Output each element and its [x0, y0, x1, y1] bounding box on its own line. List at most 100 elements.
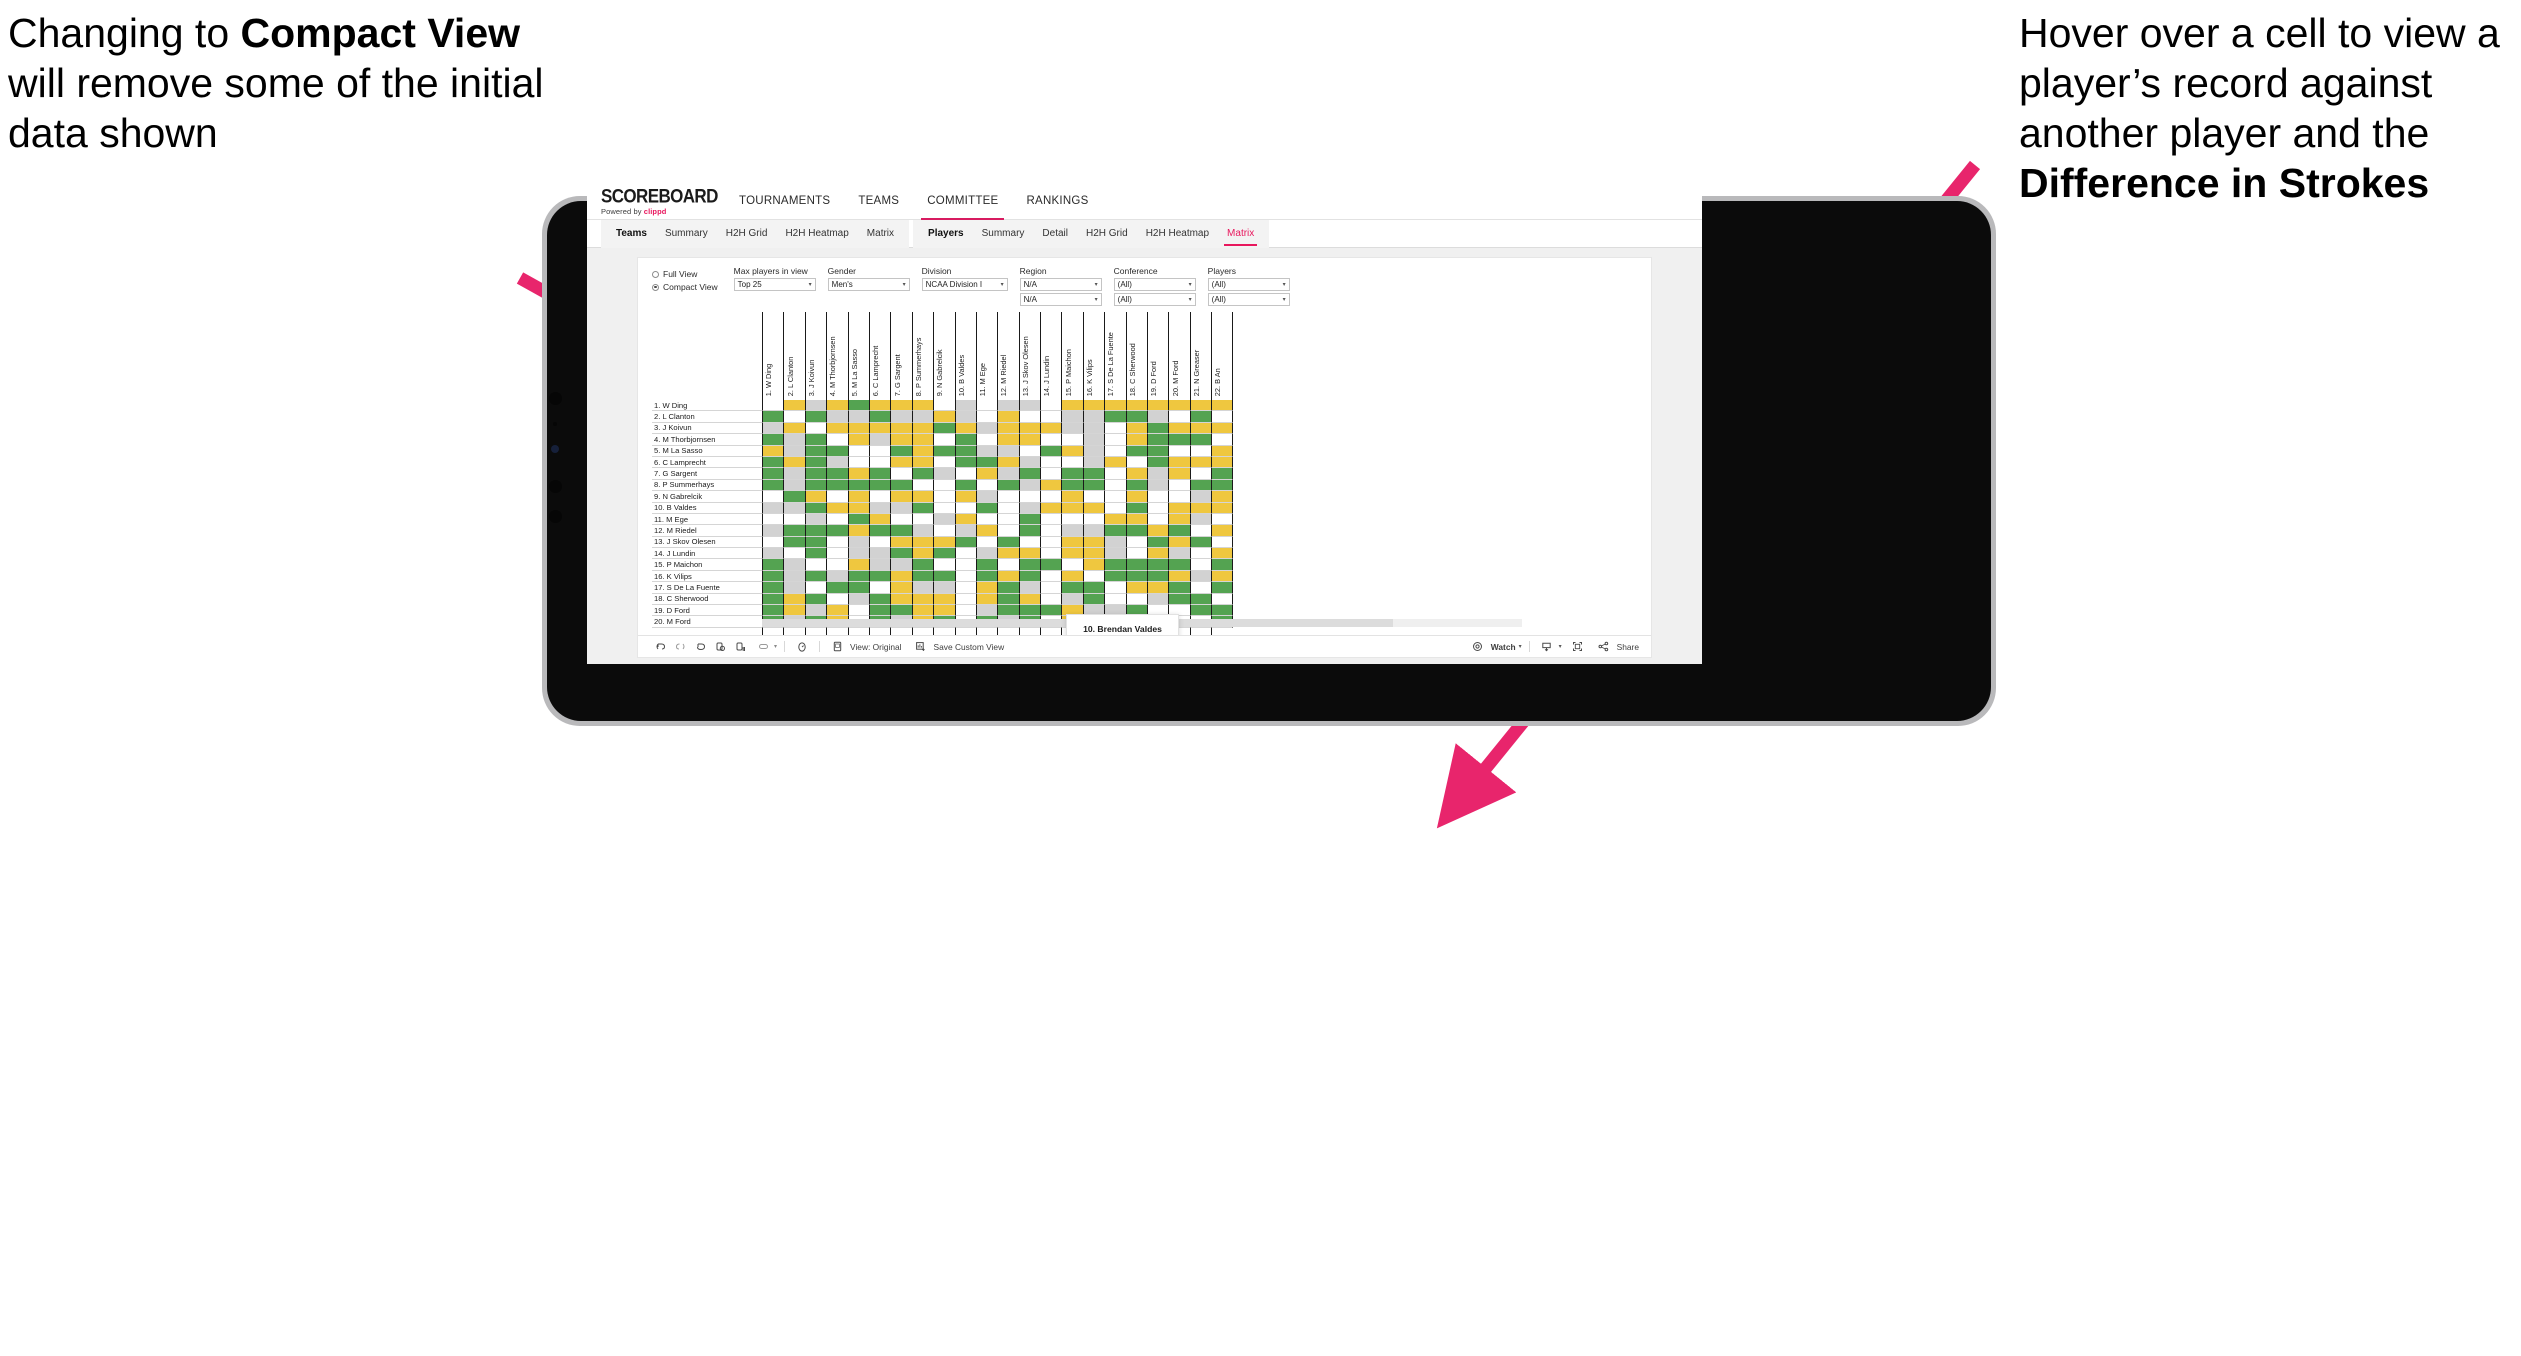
- matrix-cell[interactable]: [1061, 525, 1083, 537]
- chevron-down-icon[interactable]: ▾: [1189, 281, 1192, 288]
- matrix-cell[interactable]: [975, 491, 998, 503]
- matrix-cell[interactable]: [1018, 559, 1041, 571]
- matrix-cell[interactable]: [1061, 456, 1083, 469]
- matrix-cell[interactable]: [826, 411, 848, 423]
- matrix-cell[interactable]: [1061, 582, 1083, 594]
- matrix-cell[interactable]: [826, 525, 848, 537]
- matrix-cell[interactable]: [954, 468, 976, 480]
- radio-dot-icon[interactable]: [652, 283, 659, 291]
- matrix-cell[interactable]: [890, 605, 912, 617]
- matrix-cell[interactable]: [1018, 468, 1041, 480]
- matrix-cell[interactable]: [954, 422, 976, 435]
- chevron-down-icon[interactable]: ▾: [1283, 296, 1286, 303]
- matrix-cell[interactable]: [890, 570, 912, 583]
- matrix-row-label[interactable]: 20. M Ford: [652, 616, 762, 628]
- matrix-cell[interactable]: [911, 456, 934, 469]
- matrix-cell[interactable]: [1125, 411, 1148, 423]
- matrix-cell[interactable]: [826, 445, 848, 457]
- download-caret-icon[interactable]: ▾: [1559, 643, 1562, 650]
- matrix-cell[interactable]: [826, 605, 848, 617]
- matrix-cell[interactable]: [1189, 582, 1212, 594]
- matrix-cell[interactable]: [1104, 502, 1126, 514]
- matrix-cell[interactable]: [1040, 536, 1062, 549]
- matrix-cell[interactable]: [975, 400, 998, 412]
- matrix-cell[interactable]: [975, 536, 998, 549]
- matrix-cell[interactable]: [1168, 548, 1190, 560]
- matrix-cell[interactable]: [826, 400, 848, 412]
- app-logo[interactable]: SCOREBOARD Powered by clippd: [601, 186, 718, 215]
- matrix-cell[interactable]: [1018, 605, 1041, 617]
- matrix-cell[interactable]: [1211, 525, 1233, 537]
- matrix-cell[interactable]: [868, 525, 891, 537]
- matrix-cell[interactable]: [1082, 479, 1105, 492]
- matrix-cell[interactable]: [1082, 502, 1105, 514]
- matrix-row-label[interactable]: 15. P Maichon: [652, 559, 762, 571]
- matrix-cell[interactable]: [975, 456, 998, 469]
- matrix-cell[interactable]: [1104, 593, 1126, 606]
- matrix-cell[interactable]: [868, 559, 891, 571]
- matrix-cell[interactable]: [1082, 593, 1105, 606]
- matrix-cell[interactable]: [1082, 559, 1105, 571]
- alert-clock-icon[interactable]: [792, 641, 812, 653]
- matrix-cell[interactable]: [1147, 456, 1169, 469]
- matrix-cell[interactable]: [1061, 502, 1083, 514]
- matrix-cell[interactable]: [1061, 445, 1083, 457]
- matrix-cell[interactable]: [890, 468, 912, 480]
- matrix-cell[interactable]: [1104, 434, 1126, 446]
- matrix-cell[interactable]: [804, 479, 827, 492]
- matrix-cell[interactable]: [868, 570, 891, 583]
- matrix-column-header[interactable]: 17. S De La Fuente: [1104, 312, 1125, 400]
- matrix-cell[interactable]: [1061, 559, 1083, 571]
- matrix-cell[interactable]: [1147, 570, 1169, 583]
- matrix-column-header[interactable]: 1. W Ding: [762, 312, 783, 400]
- matrix-cell[interactable]: [868, 491, 891, 503]
- matrix-cell[interactable]: [1189, 422, 1212, 435]
- matrix-cell[interactable]: [868, 593, 891, 606]
- matrix-cell[interactable]: [1040, 445, 1062, 457]
- matrix-cell[interactable]: [890, 434, 912, 446]
- matrix-cell[interactable]: [911, 513, 934, 526]
- matrix-cell[interactable]: [1104, 513, 1126, 526]
- matrix-column-header[interactable]: 8. P Summerhays: [911, 312, 933, 400]
- matrix-cell[interactable]: [997, 582, 1019, 594]
- matrix-cell[interactable]: [1104, 479, 1126, 492]
- matrix-cell[interactable]: [847, 445, 869, 457]
- matrix-cell[interactable]: [868, 422, 891, 435]
- matrix-cell[interactable]: [911, 411, 934, 423]
- matrix-cell[interactable]: [847, 525, 869, 537]
- chevron-down-icon[interactable]: ▾: [903, 281, 906, 288]
- matrix-cell[interactable]: [911, 605, 934, 617]
- matrix-cell[interactable]: [826, 559, 848, 571]
- matrix-cell[interactable]: [1147, 536, 1169, 549]
- matrix-cell[interactable]: [1168, 570, 1190, 583]
- matrix-cell[interactable]: [933, 582, 955, 594]
- matrix-cell[interactable]: [1125, 502, 1148, 514]
- matrix-cell[interactable]: [1211, 536, 1233, 549]
- subnav-item-h2h-heatmap[interactable]: H2H Heatmap: [1137, 220, 1218, 248]
- matrix-cell[interactable]: [826, 570, 848, 583]
- matrix-cell[interactable]: [1040, 422, 1062, 435]
- matrix-cell[interactable]: [1125, 434, 1148, 446]
- matrix-cell[interactable]: [1082, 411, 1105, 423]
- chevron-down-icon[interactable]: ▾: [1095, 296, 1098, 303]
- matrix-column-header[interactable]: 15. P Maichon: [1061, 312, 1082, 400]
- matrix-cell[interactable]: [804, 536, 827, 549]
- matrix-cell[interactable]: [1104, 445, 1126, 457]
- matrix-cell[interactable]: [783, 502, 805, 514]
- matrix-cell[interactable]: [933, 456, 955, 469]
- matrix-cell[interactable]: [1082, 582, 1105, 594]
- matrix-column-header[interactable]: 16. K Vilips: [1082, 312, 1104, 400]
- matrix-cell[interactable]: [783, 491, 805, 503]
- matrix-cell[interactable]: [1040, 411, 1062, 423]
- subnav-item-h2h-grid[interactable]: H2H Grid: [717, 220, 777, 248]
- matrix-cell[interactable]: [1040, 502, 1062, 514]
- pause-icon[interactable]: [730, 641, 750, 652]
- matrix-cell[interactable]: [1147, 525, 1169, 537]
- matrix-cell[interactable]: [826, 502, 848, 514]
- matrix-cell[interactable]: [868, 502, 891, 514]
- matrix-cell[interactable]: [1211, 445, 1233, 457]
- matrix-cell[interactable]: [954, 593, 976, 606]
- matrix-cell[interactable]: [890, 491, 912, 503]
- view-mode-compact-view[interactable]: Compact View: [652, 282, 718, 292]
- matrix-cell[interactable]: [911, 468, 934, 480]
